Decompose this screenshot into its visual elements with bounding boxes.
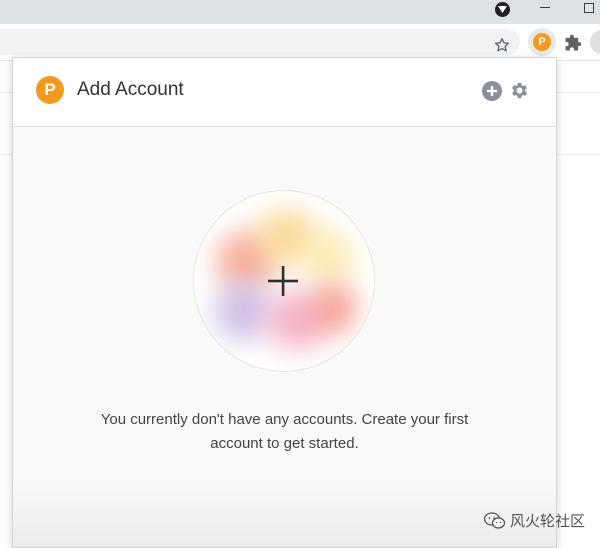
plus-icon (268, 266, 298, 296)
extension-logo: P (533, 33, 551, 51)
wechat-icon (484, 511, 506, 529)
profile-dropdown-icon[interactable] (495, 2, 510, 17)
add-account-avatar-button[interactable] (193, 190, 375, 372)
minimize-icon[interactable] (540, 7, 550, 8)
restore-icon[interactable] (584, 3, 594, 13)
address-bar[interactable] (0, 29, 520, 55)
avatar-blur-blob (312, 283, 357, 333)
add-account-popup: P Add Account You currently don't have a… (12, 57, 557, 548)
settings-gear-icon[interactable] (509, 80, 530, 101)
avatar-blur-blob (304, 231, 354, 286)
watermark-text: 风火轮社区 (510, 512, 586, 530)
app-logo: P (36, 76, 64, 104)
watermark: 风火轮社区 (484, 510, 585, 531)
popup-header: P Add Account (13, 58, 556, 127)
empty-message-line: account to get started. (210, 435, 359, 452)
add-account-icon[interactable] (482, 81, 502, 101)
browser-titlebar (0, 0, 600, 24)
empty-message-line: You currently don't have any accounts. C… (100, 411, 469, 428)
empty-state-message: You currently don't have any accounts. C… (33, 408, 536, 456)
star-icon[interactable] (494, 37, 510, 53)
pocket-extension-icon[interactable]: P (528, 28, 556, 56)
popup-title: Add Account (77, 79, 184, 100)
avatar-blur-blob (214, 281, 272, 341)
popup-footer-fade (13, 478, 556, 547)
browser-toolbar (0, 24, 600, 61)
puzzle-icon[interactable] (564, 34, 582, 52)
